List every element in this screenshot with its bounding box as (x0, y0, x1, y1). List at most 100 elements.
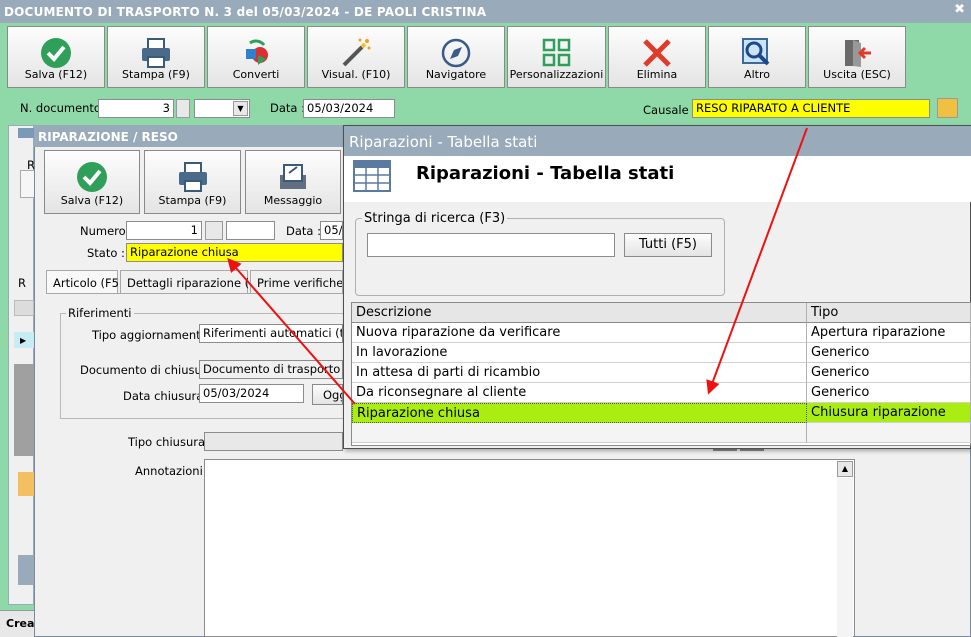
compass-icon (441, 38, 471, 68)
tipo-aggiornamento-label: Tipo aggiornamento : (92, 328, 216, 342)
table-row-tipo[interactable]: Generico (807, 363, 971, 383)
causale-field[interactable]: RESO RIPARATO A CLIENTE (692, 99, 930, 118)
numero-suffix-field[interactable] (226, 221, 275, 240)
repair-save-label: Salva (F12) (60, 194, 124, 207)
background-tool-icon (18, 555, 34, 585)
ndoc-spin-button[interactable] (176, 99, 190, 118)
numero-field[interactable]: 1 (126, 221, 202, 240)
delete-button[interactable]: Elimina (608, 26, 706, 88)
magic-wand-icon (342, 38, 371, 67)
other-label: Altro (744, 68, 770, 81)
repair-title: RIPARAZIONE / RESO (38, 130, 178, 144)
background-control-edge (713, 449, 737, 451)
tipo-aggiornamento-field[interactable]: Riferimenti automatici (tramite (199, 324, 343, 343)
table-row-selected-tipo[interactable]: Chiusura riparazione (807, 403, 971, 423)
table-row-tipo[interactable]: Generico (807, 343, 971, 363)
annotazioni-label: Annotazioni : (135, 464, 211, 478)
stato-field[interactable]: Riparazione chiusa (126, 243, 343, 262)
navigator-button[interactable]: Navigatore (407, 26, 505, 88)
background-control-edge-2 (740, 449, 764, 451)
table-row-descrizione[interactable]: Nuova riparazione da verificare (352, 323, 807, 343)
data-chiusura-label: Data chiusura : (123, 389, 211, 403)
ndoc-field[interactable]: 3 (98, 99, 174, 118)
convert-button[interactable]: Converti (207, 26, 305, 88)
visual-label: Visual. (F10) (321, 68, 391, 81)
repair-date-field[interactable]: 05/0 (320, 221, 343, 240)
annotazioni-scrollbar[interactable] (837, 478, 853, 637)
main-title-bar: DOCUMENTO DI TRASPORTO N. 3 del 05/03/20… (0, 0, 971, 23)
other-button[interactable]: Altro (708, 26, 806, 88)
customize-label: Personalizzazioni (509, 68, 604, 81)
exit-button[interactable]: Uscita (ESC) (808, 26, 906, 88)
table-row-tipo[interactable]: Apertura riparazione (807, 323, 971, 343)
table-row-descrizione[interactable]: Da riconsegnare al cliente (352, 383, 807, 403)
date-field[interactable]: 05/03/2024 (303, 99, 395, 118)
repair-message-label: Messaggio (263, 194, 323, 207)
check-icon (77, 162, 107, 192)
tab-articolo[interactable]: Articolo (F5) (46, 270, 123, 294)
delete-icon (643, 39, 671, 67)
exit-label: Uscita (ESC) (823, 68, 891, 81)
table-row-selected-descrizione[interactable]: Riparazione chiusa (352, 403, 807, 423)
repair-message-button[interactable]: Messaggio (245, 150, 341, 214)
table-row-descrizione[interactable]: In attesa di parti di ricambio (352, 363, 807, 383)
chevron-down-icon[interactable]: ▼ (233, 101, 248, 116)
table-icon (353, 160, 391, 192)
visual-button[interactable]: Visual. (F10) (307, 26, 405, 88)
main-title: DOCUMENTO DI TRASPORTO N. 3 del 05/03/20… (4, 5, 487, 19)
search-legend: Stringa di ricerca (F3) (362, 211, 508, 226)
table-row-empty (352, 423, 807, 443)
table-row-tipo[interactable]: Generico (807, 383, 971, 403)
causale-label: Causale : (643, 103, 697, 117)
tipo-chiusura-field[interactable] (204, 432, 343, 451)
delete-label: Elimina (636, 68, 678, 81)
repair-print-button[interactable]: Stampa (F9) (144, 150, 241, 214)
repair-save-button[interactable]: Salva (F12) (44, 150, 140, 214)
background-grid-header (14, 300, 34, 316)
column-header-descrizione[interactable]: Descrizione (352, 303, 807, 323)
grid-icon (542, 38, 570, 67)
popup-title-bar: Riparazioni - Tabella stati (344, 126, 971, 156)
printer-icon (178, 162, 207, 192)
customize-button[interactable]: Personalizzazioni (507, 26, 606, 88)
magnifier-icon (742, 38, 770, 66)
scroll-up-icon[interactable]: ▲ (837, 461, 853, 477)
close-icon[interactable]: ✖ (954, 2, 965, 17)
background-folder-icon (18, 472, 34, 496)
tutti-button[interactable]: Tutti (F5) (624, 233, 712, 257)
repair-print-label: Stampa (F9) (158, 194, 227, 207)
background-footer-button[interactable]: Crea (0, 610, 34, 637)
print-label: Stampa (F9) (122, 68, 190, 81)
column-header-tipo[interactable]: Tipo (807, 303, 971, 323)
documento-chiusura-field: Documento di trasporto N. 3 d (199, 360, 343, 379)
annotazioni-textarea[interactable] (204, 459, 855, 637)
exit-icon (845, 40, 871, 67)
background-box (20, 170, 34, 198)
print-button[interactable]: Stampa (F9) (107, 26, 205, 88)
date-label: Data : (270, 101, 305, 115)
background-grid-empty (14, 364, 34, 456)
ndoc-label: N. documento : (20, 101, 109, 115)
message-icon (280, 164, 306, 189)
row-pointer-icon: ▶ (20, 336, 27, 345)
search-input[interactable] (367, 233, 615, 257)
convert-icon (246, 39, 268, 65)
tab-dettagli[interactable]: Dettagli riparazione (F6) (120, 270, 268, 294)
oggi-button[interactable]: Ogg (312, 384, 343, 405)
save-button[interactable]: Salva (F12) (7, 26, 105, 88)
stato-label: Stato : (87, 246, 125, 260)
numero-spin-button[interactable] (205, 221, 223, 240)
popup-header-title: Riparazioni - Tabella stati (416, 163, 675, 184)
tipo-chiusura-label: Tipo chiusura : (128, 435, 213, 449)
save-label: Salva (F12) (24, 68, 88, 81)
table-row-descrizione[interactable]: In lavorazione (352, 343, 807, 363)
printer-icon (142, 38, 170, 68)
tab-prime-verifiche[interactable]: Prime verifiche (F7 (250, 270, 343, 294)
check-icon (41, 38, 71, 68)
popup-title: Riparazioni - Tabella stati (349, 133, 538, 151)
folder-icon[interactable] (937, 98, 958, 118)
repair-date-label: Data : (286, 224, 321, 238)
background-label-r2: R (18, 276, 26, 290)
table-row-empty (807, 423, 971, 443)
data-chiusura-field[interactable]: 05/03/2024 (199, 384, 304, 403)
